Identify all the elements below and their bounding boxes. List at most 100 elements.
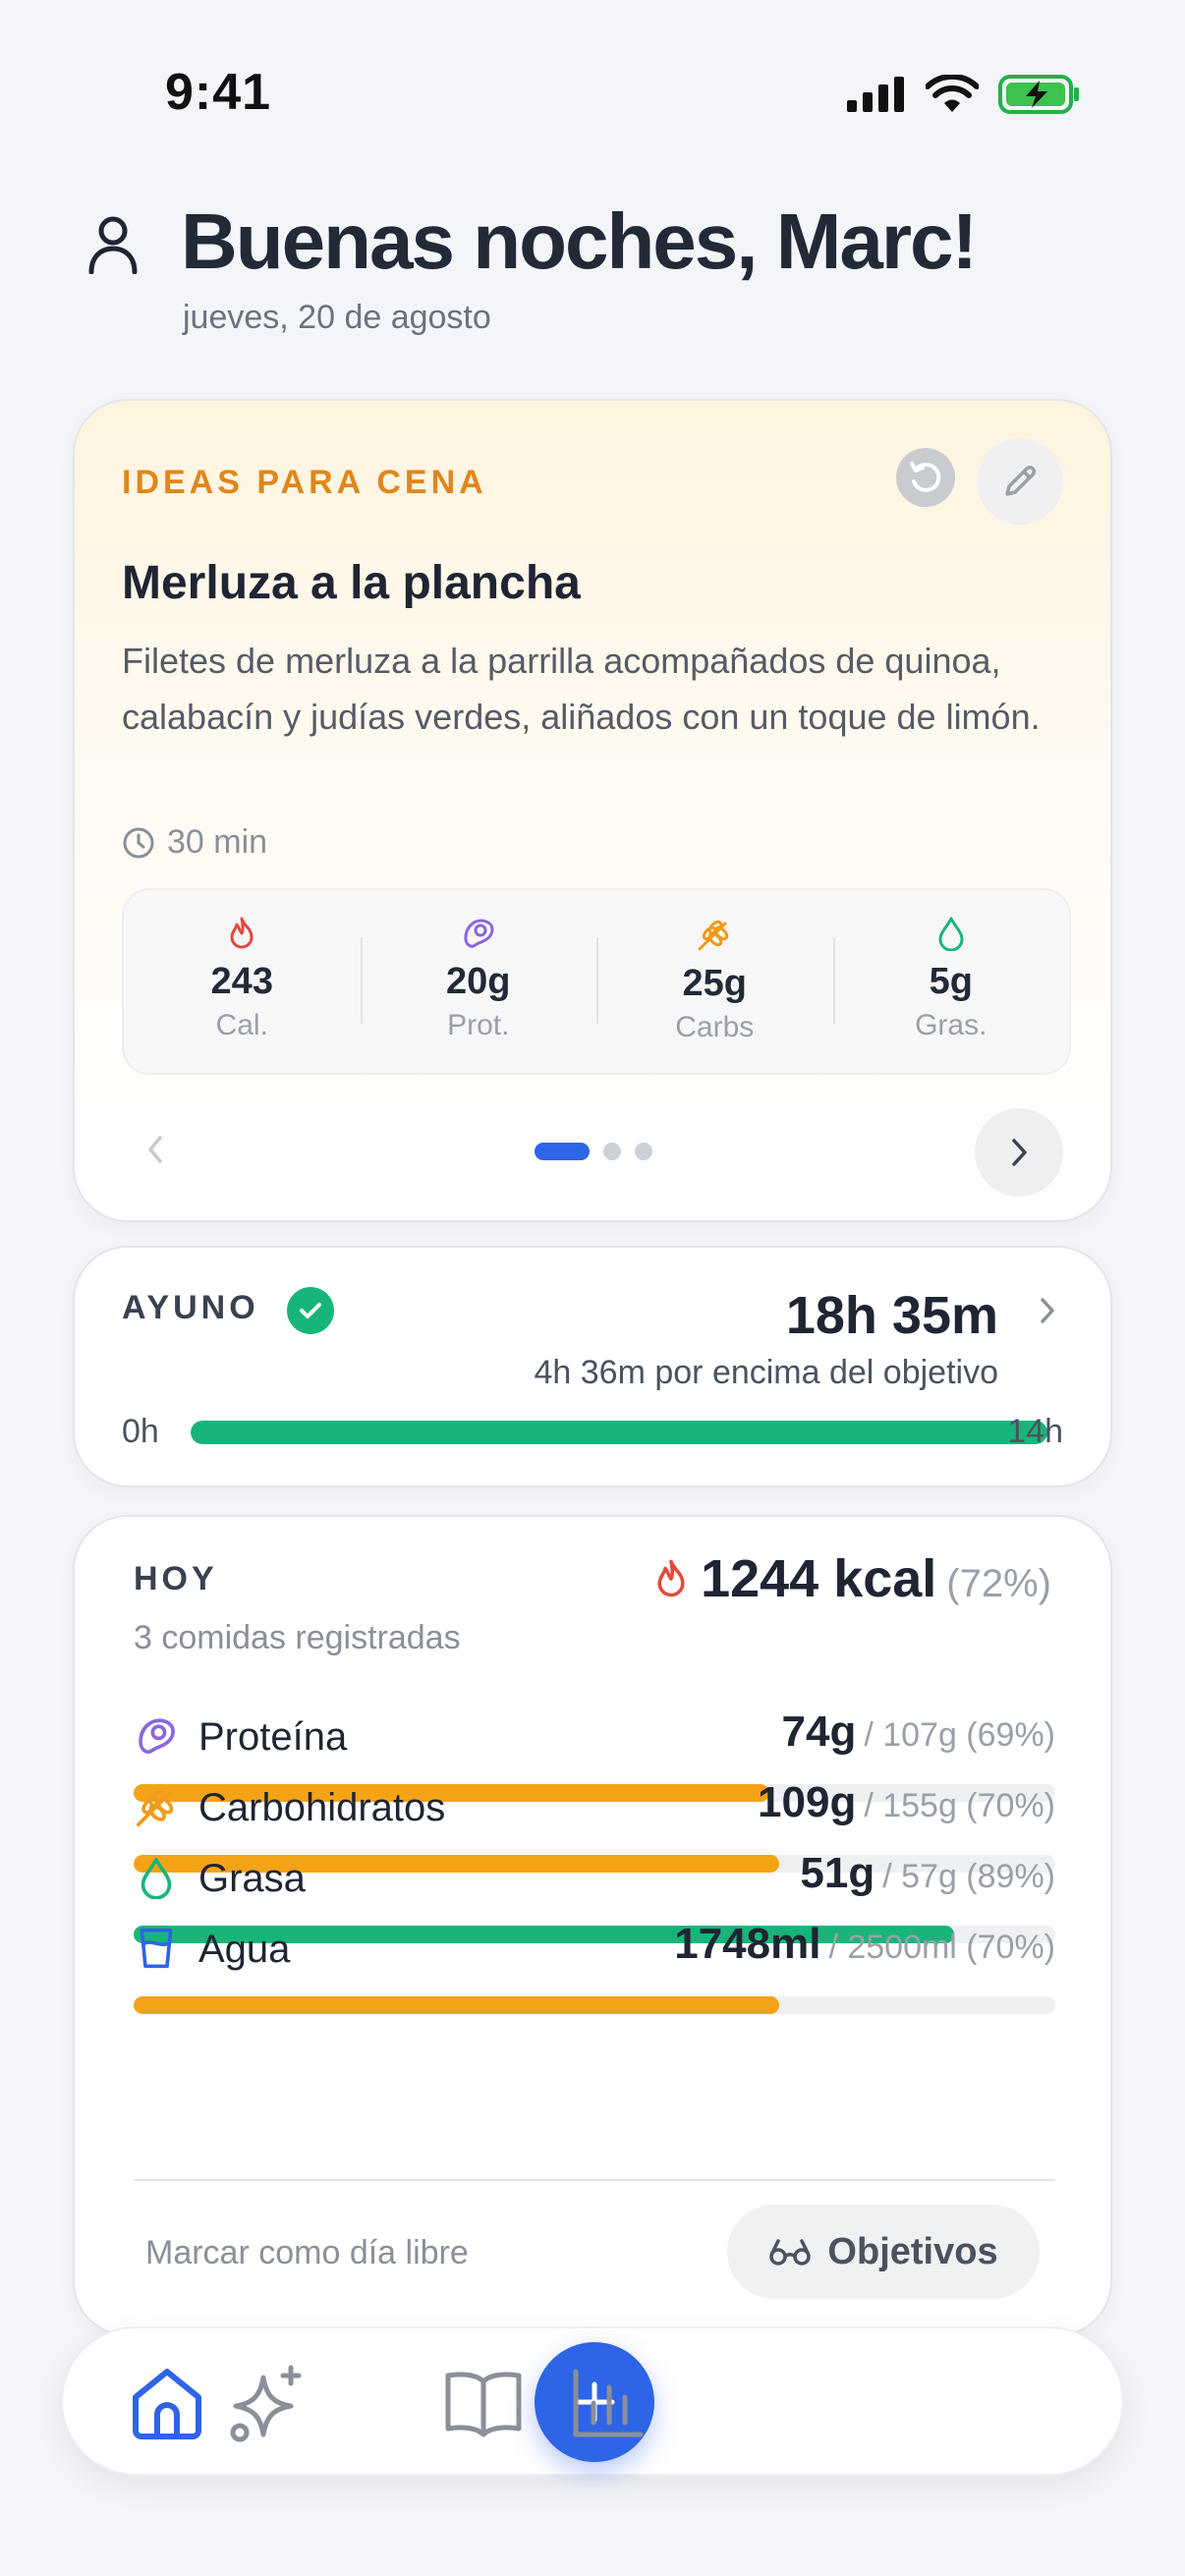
fasting-duration: 18h 35m (785, 1286, 998, 1345)
meat-icon (464, 919, 494, 948)
nutrient-progress-bar (134, 1996, 1055, 2014)
date-label: jueves, 20 de agosto (183, 299, 491, 336)
check-icon (287, 1287, 334, 1334)
home-icon (133, 2369, 201, 2439)
nutrient-progress-fill (134, 1996, 779, 2014)
goals-button-label: Objetivos (827, 2230, 998, 2272)
mark-free-day-link[interactable]: Marcar como día libre (145, 2234, 469, 2272)
nutrient-current: 74g (781, 1708, 857, 1756)
status-icons (847, 75, 1081, 114)
pagination-dot[interactable] (603, 1143, 621, 1160)
dinner-ideas-card[interactable]: IDEAS PARA CENA Merluza a la plancha Fil… (73, 399, 1112, 1222)
fasting-details-chevron[interactable] (1038, 1295, 1057, 1326)
nutrient-goal: / 155g (70%) (864, 1787, 1055, 1824)
nutrient-values: 74g / 107g (69%) (782, 1708, 1056, 1757)
today-calories: 1244 kcal (72%) (651, 1548, 1051, 1609)
header: Buenas noches, Marc! jueves, 20 de agost… (79, 196, 1120, 344)
wheat-icon (698, 920, 729, 951)
pencil-icon (1005, 466, 1036, 496)
tab-recipes[interactable] (442, 2362, 525, 2444)
nutrient-values: 109g / 155g (70%) (758, 1778, 1055, 1827)
nutrient-values: 51g / 57g (89%) (800, 1849, 1055, 1898)
today-summary-card: HOY 3 comidas registradas 1244 kcal (72%… (73, 1515, 1112, 2336)
goals-button[interactable]: Objetivos (727, 2205, 1040, 2299)
meals-count: 3 comidas registradas (134, 1619, 461, 1656)
fasting-label: AYUNO (122, 1289, 259, 1326)
pagination-dots (535, 1143, 652, 1160)
next-idea-button[interactable] (975, 1108, 1063, 1197)
bar-chart-icon (573, 2369, 644, 2437)
today-label: HOY (134, 1560, 218, 1597)
flame-icon (230, 917, 254, 949)
macro-value: 243 (210, 961, 273, 1002)
nutrient-current: 109g (758, 1778, 857, 1826)
previous-idea-button[interactable] (134, 1128, 177, 1171)
signal-icon (847, 77, 904, 112)
fasting-progress-fill (191, 1421, 1047, 1444)
drop-icon (134, 1855, 179, 1900)
nutrient-current: 1748ml (674, 1920, 821, 1968)
macro-label: Prot. (447, 1009, 510, 1041)
macro-value: 20g (446, 961, 511, 1002)
macro-value: 25g (682, 963, 747, 1004)
nutrient-goal: / 2500ml (70%) (828, 1929, 1055, 1966)
fasting-goal: 14h (1007, 1413, 1063, 1450)
meat-icon (134, 1713, 179, 1759)
wifi-icon (926, 75, 979, 112)
nutrient-current: 51g (800, 1849, 875, 1897)
recipe-description: Filetes de merluza a la parrilla acompañ… (122, 641, 1041, 737)
recipe-time-label: 30 min (167, 823, 268, 861)
battery-icon (998, 75, 1079, 114)
ideas-title: IDEAS PARA CENA (122, 464, 487, 501)
macro-label: Gras. (915, 1009, 988, 1041)
glass-icon (134, 1926, 179, 1971)
nutrient-name: Carbohidratos (198, 1786, 446, 1829)
fasting-progress-bar (191, 1421, 1047, 1444)
macro-carbs: 25g Carbs (596, 890, 833, 1073)
recipe-time: 30 min (122, 823, 267, 862)
user-icon (88, 216, 138, 274)
chevron-left-icon (148, 1136, 162, 1163)
fasting-start: 0h (122, 1413, 159, 1450)
pagination-dot-active[interactable] (535, 1143, 590, 1160)
avatar[interactable] (79, 210, 147, 279)
book-icon (445, 2372, 522, 2437)
refresh-icon (910, 462, 941, 492)
chevron-right-icon (1012, 1139, 1027, 1166)
nutrient-name: Proteína (198, 1715, 348, 1759)
divider (134, 2179, 1055, 2181)
tab-bar (61, 2326, 1124, 2476)
nutrient-values: 1748ml / 2500ml (70%) (674, 1920, 1055, 1969)
drop-icon (938, 917, 964, 951)
tab-stats[interactable] (566, 2362, 649, 2444)
nutrient-name: Grasa (198, 1857, 306, 1900)
fasting-subtitle: 4h 36m por encima del objetivo (534, 1354, 999, 1391)
tab-ai[interactable] (226, 2362, 309, 2444)
nutrient-water: Agua 1748ml / 2500ml (70%) (134, 1918, 1055, 2016)
nutrient-goal: / 107g (69%) (864, 1716, 1055, 1754)
pagination-dot[interactable] (635, 1143, 652, 1160)
page-title: Buenas noches, Marc! (181, 197, 978, 285)
macro-label: Cal. (215, 1009, 268, 1041)
fasting-card[interactable]: AYUNO 18h 35m 4h 36m por encima del obje… (73, 1246, 1112, 1487)
refresh-button[interactable] (896, 448, 955, 507)
calories-percent: (72%) (946, 1562, 1051, 1605)
sparkle-icon (230, 2365, 302, 2442)
wheat-icon (134, 1784, 179, 1829)
tab-home[interactable] (126, 2362, 208, 2444)
status-bar: 9:41 (0, 0, 1185, 138)
macro-calories: 243 Cal. (124, 890, 361, 1073)
macro-value: 5g (929, 961, 973, 1002)
macro-label: Carbs (675, 1011, 755, 1043)
recipe-name: Merluza a la plancha (122, 557, 581, 609)
status-time: 9:41 (165, 64, 272, 121)
macro-protein: 20g Prot. (360, 890, 597, 1073)
flame-icon (657, 1559, 685, 1597)
glasses-icon (769, 2239, 812, 2266)
nutrient-name: Agua (198, 1928, 291, 1971)
recipe-macros: 243 Cal. 20g Prot. 25g Carbs 5g Gras. (122, 888, 1071, 1075)
edit-button[interactable] (977, 438, 1063, 525)
macro-fat: 5g Gras. (832, 890, 1070, 1073)
calories-value: 1244 kcal (701, 1549, 937, 1608)
nutrient-goal: / 57g (89%) (882, 1858, 1055, 1895)
